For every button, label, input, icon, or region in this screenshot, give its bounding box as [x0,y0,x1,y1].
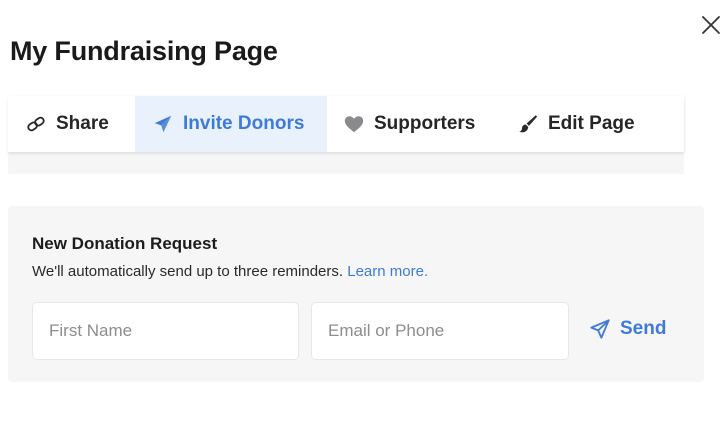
tab-share-label: Share [56,113,109,134]
donation-request-card: New Donation Request We'll automatically… [8,206,704,382]
send-button[interactable]: Send [588,314,666,344]
tabs-panel: Share Invite Donors Supporters Edit Page [8,96,684,174]
close-icon [702,16,720,34]
paint-brush-icon [516,112,540,136]
learn-more-link[interactable]: Learn more. [347,263,428,280]
tab-supporters-label: Supporters [374,113,476,134]
request-title: New Donation Request [32,234,218,253]
email-or-phone-input[interactable] [311,302,569,360]
paper-plane-icon [588,317,612,341]
send-button-label: Send [620,318,667,339]
fundraising-modal: My Fundraising Page Share Invite Donors … [0,0,723,423]
tab-edit-page[interactable]: Edit Page [516,96,635,152]
request-description-text: We'll automatically send up to three rem… [32,263,344,280]
tab-edit-page-label: Edit Page [548,113,635,134]
tab-invite-donors-label: Invite Donors [183,113,305,134]
tab-share[interactable]: Share [24,96,117,152]
page-title: My Fundraising Page [10,36,278,66]
link-icon [24,112,48,136]
tab-bar: Share Invite Donors Supporters Edit Page [8,96,684,152]
request-description: We'll automatically send up to three rem… [32,263,428,280]
tab-supporters[interactable]: Supporters [342,96,475,152]
heart-icon [342,112,366,136]
first-name-input[interactable] [32,302,299,360]
close-button[interactable] [700,14,722,36]
tab-invite-donors[interactable]: Invite Donors [135,96,327,152]
paper-plane-icon [151,112,175,136]
